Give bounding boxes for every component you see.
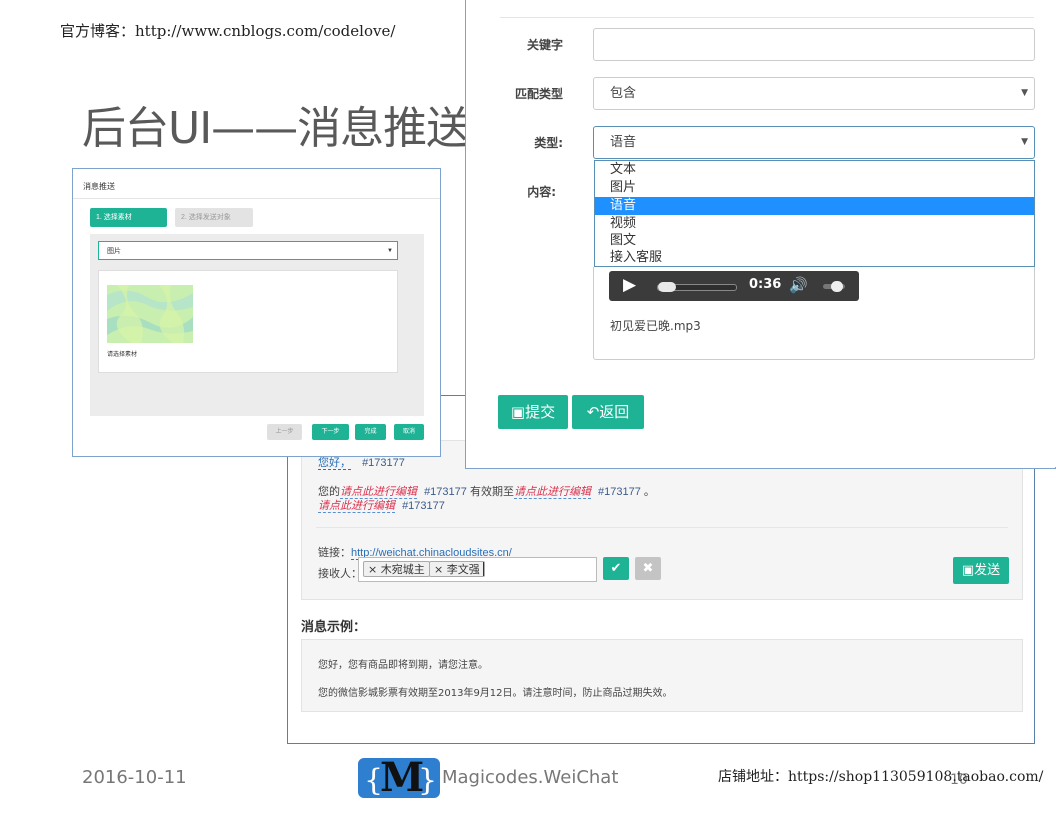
- edit-link[interactable]: 您好，: [318, 457, 351, 470]
- material-card[interactable]: 请选择素材: [98, 270, 398, 373]
- blog-url-text: 官方博客：http://www.cnblogs.com/codelove/: [60, 22, 396, 40]
- dropdown-option[interactable]: 文本: [595, 161, 1034, 179]
- color-code: #173177: [402, 500, 445, 512]
- close-icon: ✖: [642, 561, 654, 576]
- save-icon: ▣: [510, 403, 526, 421]
- dropdown-option-selected[interactable]: 语音: [595, 197, 1034, 215]
- audio-time: 0:36: [749, 277, 782, 292]
- dropdown-option[interactable]: 图片: [595, 179, 1034, 197]
- dropdown-option[interactable]: 接入客服: [595, 249, 1034, 267]
- receiver-tag[interactable]: × 李文强: [429, 561, 485, 577]
- receiver-tag-label: 木宛城主: [380, 563, 425, 576]
- shop-url-text: 店铺地址：https://shop113059108.taobao.com/: [718, 769, 1044, 785]
- cancel-button[interactable]: 取消: [394, 424, 424, 440]
- slide-title: 后台UI——消息推送: [82, 103, 470, 154]
- material-select-screenshot: 消息推送 1. 选择素材 2. 选择发送对象 图片 ▼ 请选择素材 上一步 下一…: [72, 168, 441, 457]
- match-type-select[interactable]: 包含 ▼: [593, 77, 1035, 110]
- receiver-tag[interactable]: × 木宛城主: [363, 561, 430, 577]
- remove-tag-icon[interactable]: ×: [368, 563, 377, 576]
- back-button-label: 返回: [599, 403, 630, 421]
- step-tab-2[interactable]: 2. 选择发送对象: [175, 208, 253, 227]
- example-line: 您的微信影城影票有效期至2013年9月12日。请注意时间，防止商品过期失效。: [318, 688, 673, 699]
- divider: [500, 17, 1034, 18]
- chevron-down-icon: ▼: [1021, 88, 1028, 98]
- material-caption: 请选择素材: [107, 352, 138, 358]
- keyword-input[interactable]: [593, 28, 1035, 61]
- play-icon[interactable]: ▶: [623, 275, 636, 295]
- color-code: #173177: [598, 486, 641, 498]
- send-button[interactable]: ▣发送: [953, 557, 1009, 584]
- back-button[interactable]: ↶返回: [572, 395, 644, 429]
- brand-logo: { } M: [358, 754, 440, 802]
- volume-slider[interactable]: [823, 281, 845, 292]
- check-icon: ✔: [610, 561, 622, 576]
- match-type-label: 匹配类型: [514, 87, 563, 101]
- receiver-tag-input[interactable]: × 木宛城主 × 李文强: [358, 557, 597, 582]
- remove-tag-icon[interactable]: ×: [434, 563, 443, 576]
- confirm-button[interactable]: ✔: [603, 557, 629, 580]
- example-title: 消息示例：: [301, 620, 367, 635]
- next-button[interactable]: 下一步: [312, 424, 349, 440]
- material-thumbnail: [107, 285, 193, 343]
- dropdown-option[interactable]: 视频: [595, 215, 1034, 233]
- content-label: 内容:: [527, 185, 556, 199]
- color-code: #173177: [362, 457, 405, 469]
- text-segment: 有效期至: [469, 486, 514, 498]
- keyword-label: 关键字: [526, 38, 563, 52]
- text-segment: 。: [643, 486, 655, 498]
- prev-button[interactable]: 上一步: [267, 424, 302, 440]
- example-box: 您好，您有商品即将到期，请您注意。 您的微信影城影票有效期至2013年9月12日…: [301, 639, 1023, 712]
- clear-button[interactable]: ✖: [635, 557, 661, 580]
- submit-button[interactable]: ▣提交: [498, 395, 568, 429]
- mini-title: 消息推送: [83, 182, 115, 191]
- type-select-value: 语音: [610, 135, 637, 150]
- dropdown-option[interactable]: 图文: [595, 232, 1034, 250]
- link-label: 链接：: [318, 547, 351, 559]
- match-type-value: 包含: [610, 86, 637, 101]
- mini-select-value: 图片: [107, 248, 121, 255]
- audio-progress-track[interactable]: [657, 282, 737, 292]
- text-cursor: [483, 562, 484, 576]
- message-line-2: 请点此进行编辑 #173177: [318, 497, 445, 513]
- type-select[interactable]: 语音 ▼: [593, 126, 1035, 159]
- done-button[interactable]: 完成: [355, 424, 386, 440]
- audio-filename: 初见爱已晚.mp3: [610, 319, 701, 333]
- chevron-down-icon: ▼: [387, 248, 393, 254]
- edit-link[interactable]: 请点此进行编辑: [513, 486, 591, 499]
- volume-thumb[interactable]: [831, 281, 843, 292]
- step-tab-1[interactable]: 1. 选择素材: [90, 208, 167, 227]
- divider: [316, 527, 1008, 528]
- receiver-tag-label: 李文强: [446, 563, 480, 576]
- divider: [73, 198, 440, 199]
- mini-type-select[interactable]: 图片 ▼: [98, 241, 398, 260]
- brand-name: Magicodes.WeiChat: [442, 767, 619, 788]
- save-icon: ▣: [961, 563, 975, 578]
- receiver-label: 接收人：: [318, 568, 362, 580]
- audio-progress-thumb[interactable]: [658, 282, 676, 292]
- example-line: 您好，您有商品即将到期，请您注意。: [318, 660, 488, 671]
- mini-content-area: 图片 ▼ 请选择素材: [90, 234, 424, 416]
- chevron-down-icon: ▼: [1021, 137, 1028, 147]
- send-button-label: 发送: [974, 563, 1001, 578]
- audio-player[interactable]: ▶ 0:36 🔊: [609, 271, 859, 301]
- volume-icon[interactable]: 🔊: [789, 276, 808, 294]
- type-dropdown-list[interactable]: 文本 图片 语音 视频 图文 接入客服: [594, 160, 1035, 267]
- submit-button-label: 提交: [525, 403, 556, 421]
- slide-date: 2016-10-11: [82, 767, 187, 788]
- logo-letter: M: [380, 754, 425, 801]
- reply-icon: ↶: [586, 403, 600, 421]
- type-label: 类型:: [534, 136, 563, 150]
- edit-link[interactable]: 请点此进行编辑: [318, 500, 395, 513]
